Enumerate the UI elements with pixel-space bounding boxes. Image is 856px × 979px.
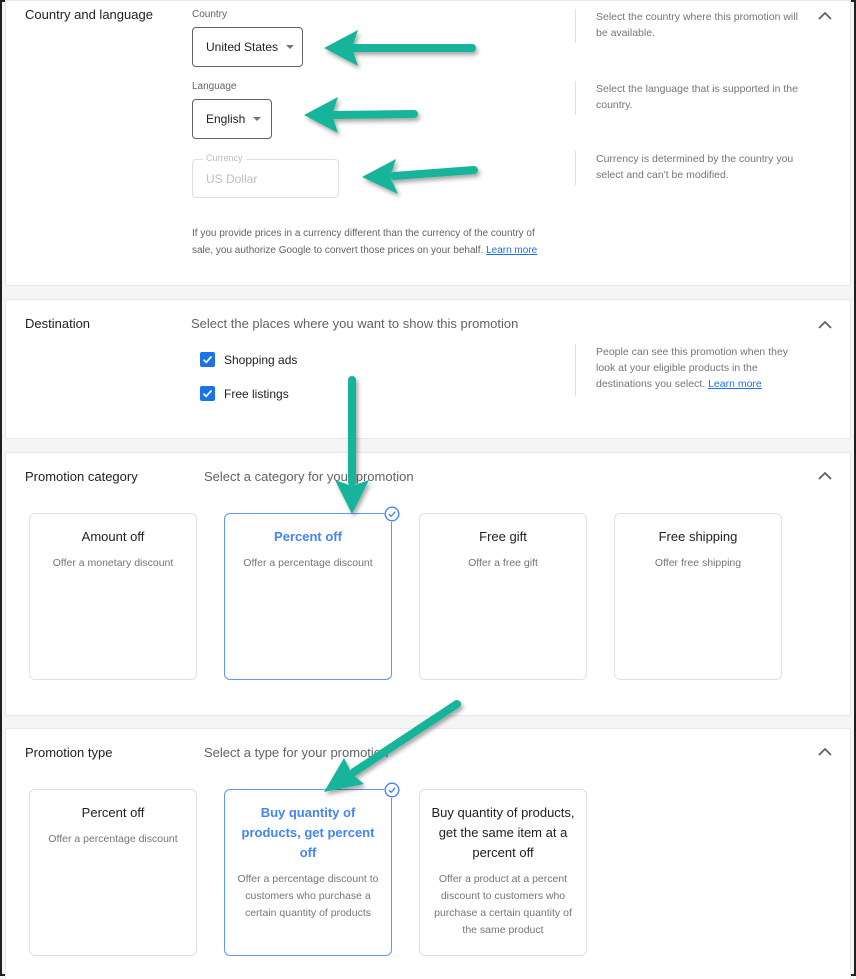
currency-label: Currency (203, 153, 246, 163)
promotion-category-section: Promotion category Select a category for… (5, 452, 851, 716)
collapse-chevron-icon[interactable] (818, 320, 832, 330)
country-label: Country (192, 9, 228, 20)
checkbox-checked-icon[interactable] (200, 386, 215, 401)
type-card-buy-quantity-percent-off[interactable]: Buy quantity of products, get percent of… (224, 782, 400, 956)
card-description: Offer a percentage discount to customers… (237, 873, 379, 919)
section-subtitle: Select the places where you want to show… (191, 316, 519, 331)
learn-more-link[interactable]: Learn more (486, 245, 537, 256)
section-subtitle: Select a category for your promotion (204, 469, 414, 484)
collapse-chevron-icon[interactable] (818, 11, 832, 21)
category-card-percent-off[interactable]: Percent off Offer a percentage discount (224, 506, 400, 680)
note-text: If you provide prices in a currency diff… (192, 228, 535, 256)
free-listings-checkbox[interactable]: Free listings (200, 386, 289, 401)
section-title: Promotion type (25, 745, 113, 760)
country-help: Select the country where this promotion … (575, 9, 800, 43)
card-title: Percent off (81, 805, 145, 820)
currency-conversion-note: If you provide prices in a currency diff… (192, 225, 552, 259)
checkbox-checked-icon[interactable] (200, 352, 215, 367)
card-description: Offer a monetary discount (52, 557, 174, 569)
country-select[interactable]: United States (192, 27, 303, 67)
card-title: Amount off (81, 529, 145, 544)
section-title: Promotion category (25, 469, 138, 484)
section-subtitle: Select a type for your promotion (204, 745, 389, 760)
type-card-buy-quantity-same-item[interactable]: Buy quantity of products, get the same i… (419, 789, 587, 956)
currency-field: Currency US Dollar (192, 153, 339, 198)
checkbox-label: Shopping ads (224, 352, 298, 367)
card-title: Free gift (479, 529, 527, 544)
language-label: Language (192, 81, 237, 92)
card-description: Offer a free gift (468, 557, 538, 569)
card-description: Offer free shipping (654, 557, 742, 569)
card-description: Offer a product at a percent discount to… (434, 873, 572, 936)
currency-value: US Dollar (206, 172, 258, 186)
language-help: Select the language that is supported in… (575, 81, 800, 115)
card-title: Percent off (274, 529, 342, 544)
section-title: Destination (25, 316, 91, 331)
dropdown-caret-icon (286, 45, 295, 49)
collapse-chevron-icon[interactable] (818, 471, 832, 481)
category-card-free-shipping[interactable]: Free shipping Offer free shipping (614, 513, 782, 680)
destination-help: People can see this promotion when they … (575, 344, 805, 396)
promotion-type-section: Promotion type Select a type for your pr… (5, 728, 851, 979)
country-language-section: Country and language Country United Stat… (5, 0, 851, 286)
destination-section: Destination Select the places where you … (5, 299, 851, 439)
card-description: Offer a percentage discount (243, 557, 373, 569)
type-card-percent-off[interactable]: Percent off Offer a percentage discount (29, 789, 197, 956)
learn-more-link[interactable]: Learn more (708, 378, 762, 390)
card-description: Offer a percentage discount (48, 833, 178, 845)
card-title: Free shipping (658, 529, 738, 544)
language-select[interactable]: English (192, 99, 272, 139)
checkbox-label: Free listings (224, 386, 289, 401)
category-card-amount-off[interactable]: Amount off Offer a monetary discount (29, 513, 197, 680)
shopping-ads-checkbox[interactable]: Shopping ads (200, 352, 297, 367)
language-value: English (206, 112, 246, 126)
dropdown-caret-icon (253, 117, 262, 121)
country-value: United States (206, 40, 279, 54)
collapse-chevron-icon[interactable] (818, 747, 832, 757)
selected-check-icon (384, 782, 400, 798)
section-title: Country and language (25, 7, 153, 22)
category-card-free-gift[interactable]: Free gift Offer a free gift (419, 513, 587, 680)
currency-help: Currency is determined by the country yo… (575, 151, 800, 185)
card-title: Buy quantity of products, get percent of… (241, 805, 375, 860)
card-title: Buy quantity of products, get the same i… (431, 805, 575, 860)
selected-check-icon (384, 506, 400, 522)
